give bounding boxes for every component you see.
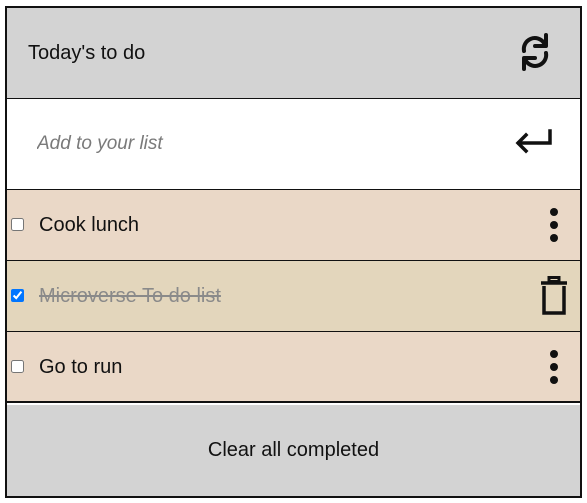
todo-checkbox[interactable] bbox=[11, 289, 24, 302]
todo-checkbox[interactable] bbox=[11, 218, 24, 231]
todo-list: Cook lunch Microverse To do list Go to r… bbox=[7, 190, 580, 403]
enter-return-icon bbox=[515, 129, 552, 154]
add-item-input[interactable] bbox=[29, 129, 505, 159]
page-title: Today's to do bbox=[28, 42, 146, 64]
todo-item: Go to run bbox=[7, 332, 580, 403]
todo-item: Cook lunch bbox=[7, 190, 580, 261]
trash-icon bbox=[541, 276, 567, 315]
refresh-button[interactable] bbox=[512, 29, 558, 75]
todo-item: Microverse To do list bbox=[7, 261, 580, 332]
item-menu-button[interactable] bbox=[532, 202, 576, 248]
todo-label[interactable]: Cook lunch bbox=[39, 213, 139, 237]
add-item-button[interactable] bbox=[510, 125, 558, 159]
todo-checkbox[interactable] bbox=[11, 360, 24, 373]
refresh-icon bbox=[521, 33, 549, 71]
more-vertical-icon bbox=[550, 208, 558, 242]
todo-label[interactable]: Go to run bbox=[39, 355, 122, 379]
delete-item-button[interactable] bbox=[532, 273, 576, 319]
footer: Clear all completed bbox=[7, 405, 580, 496]
more-vertical-icon bbox=[550, 350, 558, 384]
todo-app: Today's to do Cook lunch bbox=[5, 6, 582, 498]
header: Today's to do bbox=[7, 8, 580, 99]
item-menu-button[interactable] bbox=[532, 344, 576, 390]
clear-completed-button[interactable]: Clear all completed bbox=[196, 433, 391, 468]
add-item-row bbox=[7, 99, 580, 190]
todo-label[interactable]: Microverse To do list bbox=[39, 284, 221, 308]
